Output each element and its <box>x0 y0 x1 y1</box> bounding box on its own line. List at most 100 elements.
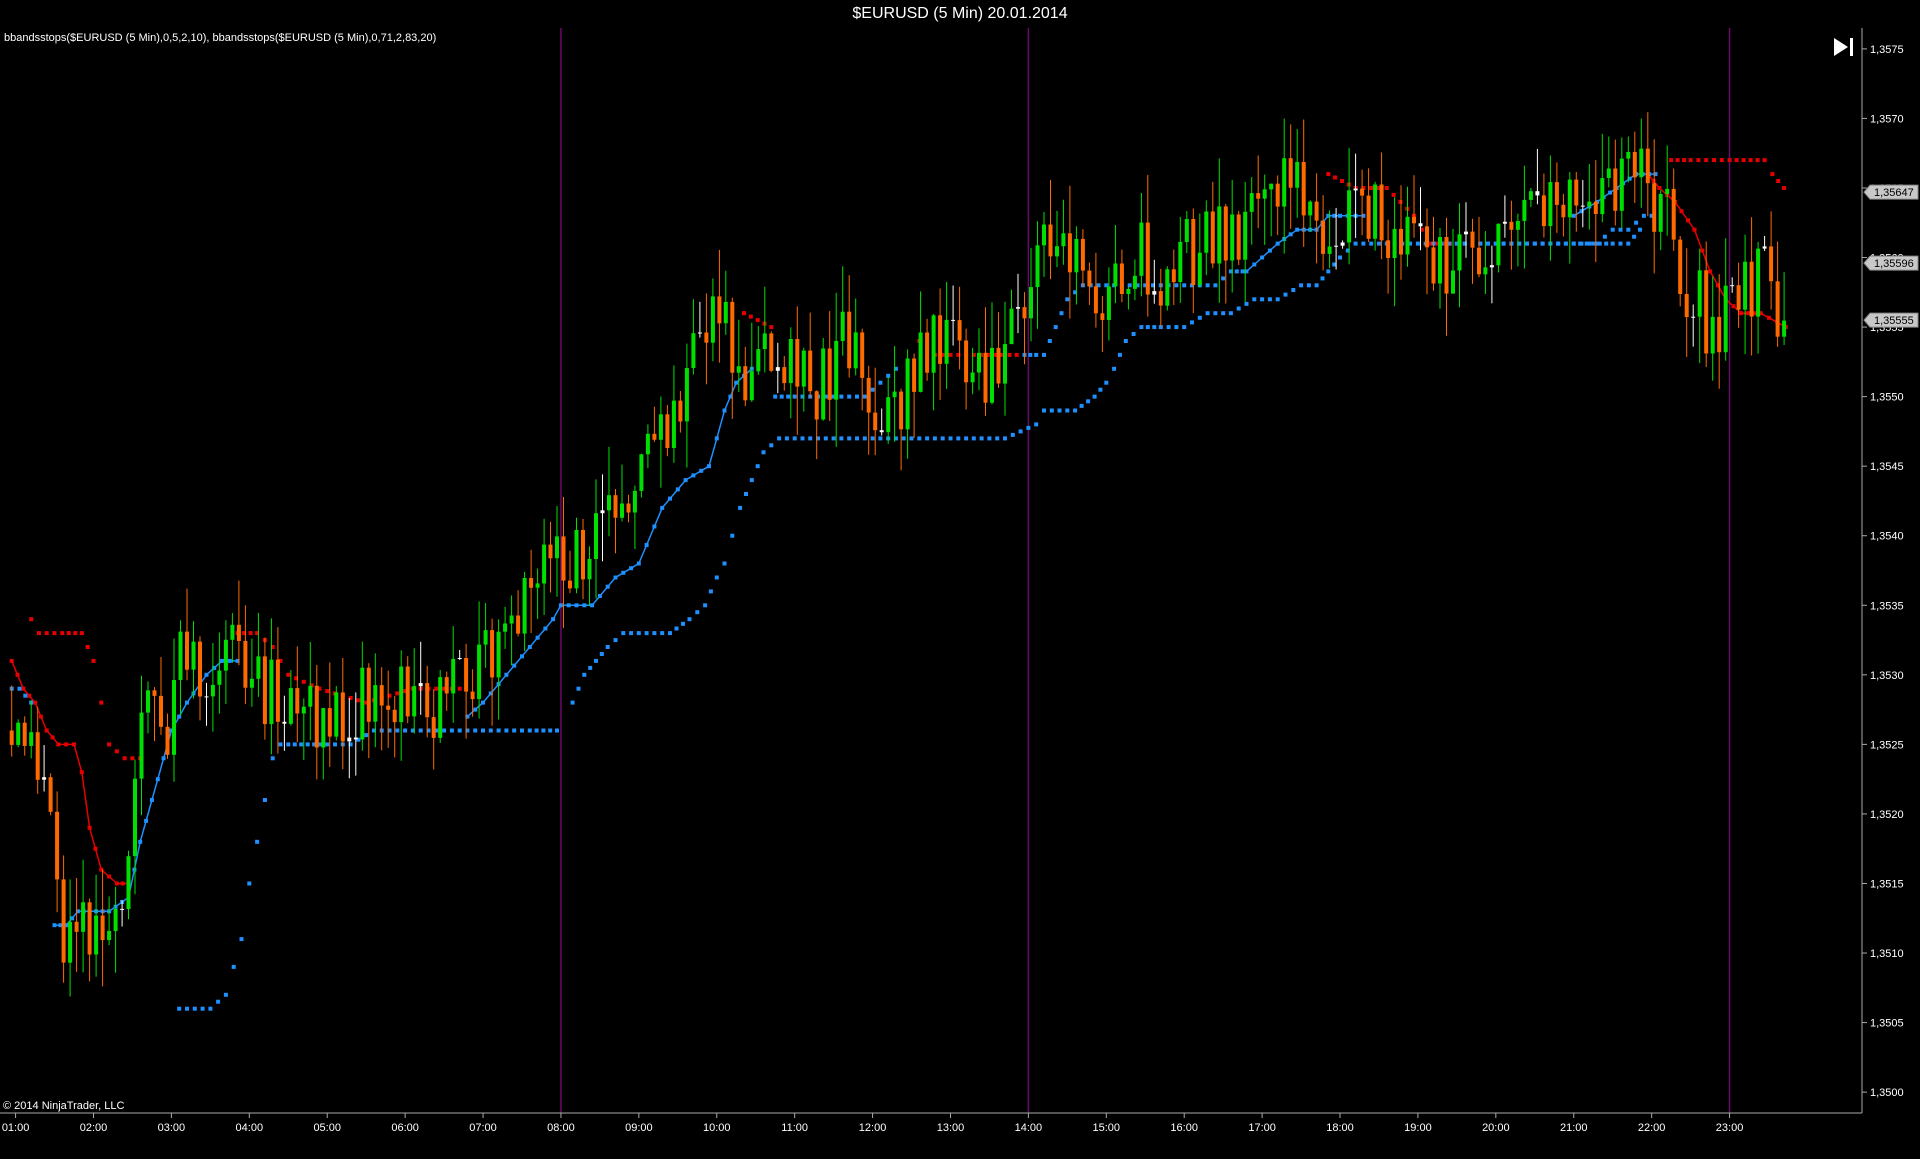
lower-stop-dot <box>216 999 221 1004</box>
lower-stop-dot <box>695 610 700 615</box>
lower-stop-dot <box>964 436 969 441</box>
lower-stop-dot <box>473 707 478 712</box>
lower-stop-dot <box>1353 241 1358 246</box>
candle-body <box>1619 158 1624 211</box>
candle-body <box>146 690 150 713</box>
upper-stop-dot <box>66 631 71 636</box>
lower-stop-dot <box>262 798 267 802</box>
lower-stop-dot <box>1034 422 1039 427</box>
lower-stop-dot <box>1028 352 1033 357</box>
lower-stop-dot <box>1205 311 1210 316</box>
time-axis[interactable]: 01:00 02:00 03:00 04:00 05:00 06:00 07:00 08:00… <box>0 1112 1862 1134</box>
lower-stop-dot <box>161 756 166 761</box>
candle-body <box>1042 224 1046 246</box>
candle-body <box>1314 201 1319 221</box>
candle-body <box>918 332 923 392</box>
candle-body <box>379 685 384 706</box>
candle-body <box>204 696 209 698</box>
candle-body <box>360 667 365 740</box>
lower-stop-dot <box>239 937 244 942</box>
lower-stop-dot <box>132 867 137 872</box>
candle-body <box>1152 291 1157 295</box>
lower-stop-dot <box>995 436 1000 441</box>
upper-stop-dot <box>1675 158 1680 163</box>
candle-body <box>347 737 352 742</box>
lower-stop-dot <box>155 777 160 782</box>
candle-body <box>620 503 624 518</box>
lower-stop-dot <box>1234 269 1239 274</box>
lower-stop-dot <box>948 436 953 441</box>
candle-body <box>925 332 930 373</box>
x-tick-label: 20:00 <box>1482 1122 1510 1134</box>
upper-stop-dot <box>72 742 76 747</box>
candle-body <box>847 311 852 369</box>
y-tick-label: 1,3535 <box>1870 600 1904 612</box>
upper-stop-dot <box>1704 158 1709 163</box>
candle-body <box>1730 285 1735 287</box>
lower-stop-dot <box>909 436 914 441</box>
candle-body <box>334 692 339 737</box>
candle-body <box>464 658 469 692</box>
candle-body <box>1009 308 1014 345</box>
candle-body <box>1580 205 1585 207</box>
candle-body <box>29 732 34 746</box>
candle-body <box>373 685 378 722</box>
x-tick-label: 18:00 <box>1326 1122 1354 1134</box>
x-tick-label: 21:00 <box>1560 1122 1588 1134</box>
lower-stop-dot <box>481 700 485 705</box>
lower-stop-dot <box>636 631 641 636</box>
candle-body <box>892 391 897 398</box>
lower-stop-dot <box>1306 283 1311 288</box>
lower-stop-dot <box>1634 220 1639 225</box>
upper-stop-dot <box>1669 158 1674 163</box>
lower-stop-dot <box>605 645 610 649</box>
lower-stop-dot <box>1182 283 1187 288</box>
upper-stop-dot <box>37 631 41 636</box>
candle-body <box>399 666 404 723</box>
candle-body <box>983 352 988 403</box>
candle-body <box>1743 261 1748 310</box>
lower-stop-dot <box>1213 311 1218 316</box>
lower-stop-dot <box>1049 408 1054 413</box>
lower-stop-dot <box>1338 255 1342 260</box>
candle-body <box>198 641 202 697</box>
lower-stop-dot <box>204 672 209 677</box>
lower-stop-dot <box>292 742 297 747</box>
lower-stop-dot <box>769 443 774 448</box>
lower-stop-dot <box>1571 213 1576 218</box>
candle-body <box>1684 294 1689 317</box>
candle-body <box>366 667 371 722</box>
candle-body <box>1048 224 1053 257</box>
upper-stop-dot <box>1739 311 1744 316</box>
candle-body <box>1496 223 1501 266</box>
lower-stop-dot <box>1079 403 1084 408</box>
lower-stop-dot <box>862 394 867 399</box>
skip-to-end-icon[interactable] <box>1832 36 1856 58</box>
upper-stop-dot <box>434 686 439 691</box>
upper-stop-dot <box>1014 352 1019 357</box>
lower-stop-dot <box>1026 425 1031 430</box>
lower-stop-dot <box>185 700 189 705</box>
upper-stop-dot <box>1748 158 1753 163</box>
candle-body <box>295 688 300 714</box>
candle-body <box>522 578 527 634</box>
lower-stop-dot <box>1042 352 1046 357</box>
lower-stop-dot <box>1131 332 1136 336</box>
upper-stop-dot <box>27 693 32 698</box>
candle-body <box>840 311 845 341</box>
x-tick-label: 15:00 <box>1093 1122 1121 1134</box>
lower-stop-dot <box>917 436 922 441</box>
candle-body <box>1509 221 1514 230</box>
x-tick-label: 19:00 <box>1404 1122 1432 1134</box>
candle-body <box>1340 242 1345 246</box>
lower-stop-dot <box>1638 227 1642 232</box>
lower-stop-dot <box>496 728 501 733</box>
lower-stop-dot <box>971 436 976 441</box>
candle-body <box>1723 285 1728 353</box>
candle-body <box>1321 220 1326 254</box>
x-tick-label: 12:00 <box>859 1122 887 1134</box>
price-chart[interactable]: 1,3500 1,3505 1,3510 1,3515 1,3520 1,3525 1,35… <box>0 0 1920 1159</box>
lower-stop-dot <box>847 436 852 441</box>
upper-stop-dot <box>1741 158 1746 163</box>
candle-body <box>1061 233 1066 247</box>
